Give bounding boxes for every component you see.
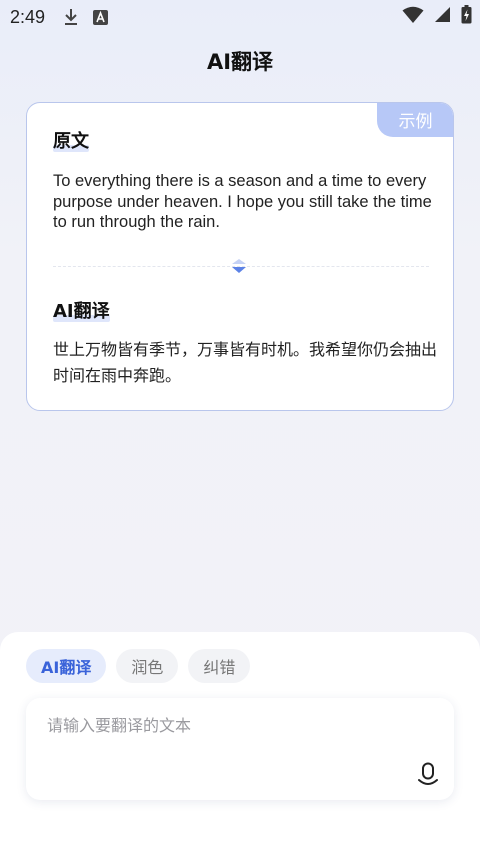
- example-card: 示例 原文 To everything there is a season an…: [26, 102, 454, 411]
- page-title: AI翻译: [206, 50, 274, 74]
- result-title: AI翻译: [53, 297, 110, 323]
- a-notification-icon: [93, 9, 109, 25]
- battery-charging-icon: [461, 5, 472, 29]
- microphone-icon[interactable]: [416, 762, 440, 788]
- example-tag[interactable]: 示例: [377, 103, 453, 137]
- double-chevron-down-icon: [231, 258, 247, 274]
- status-time: 2:49: [10, 6, 46, 27]
- wifi-icon: [402, 6, 424, 29]
- source-title-text: 原文: [53, 131, 89, 152]
- tab-ai-translate[interactable]: AI翻译: [26, 649, 107, 683]
- tab-correct[interactable]: 纠错: [188, 649, 251, 683]
- result-title-text: AI翻译: [53, 301, 110, 322]
- source-title: 原文: [53, 127, 89, 153]
- download-icon: [63, 8, 79, 26]
- cell-signal-icon: [434, 6, 451, 28]
- result-text: 世上万物皆有季节，万事皆有时机。我希望你仍会抽出时间在雨中奔跑。: [53, 340, 438, 385]
- bottom-panel: AI翻译 润色 纠错 请输入要翻译的文本: [0, 632, 480, 853]
- tab-polish[interactable]: 润色: [116, 649, 179, 683]
- input-placeholder: 请输入要翻译的文本: [47, 716, 192, 735]
- source-text: To everything there is a season and a ti…: [53, 172, 432, 231]
- mode-tabs: AI翻译 润色 纠错: [26, 649, 251, 683]
- translate-input[interactable]: 请输入要翻译的文本: [26, 698, 454, 800]
- app-screen: 2:49 AI翻译 示例 原文 To everything there is a…: [0, 0, 480, 853]
- status-bar: 2:49: [0, 0, 480, 34]
- status-right-group: [402, 0, 472, 34]
